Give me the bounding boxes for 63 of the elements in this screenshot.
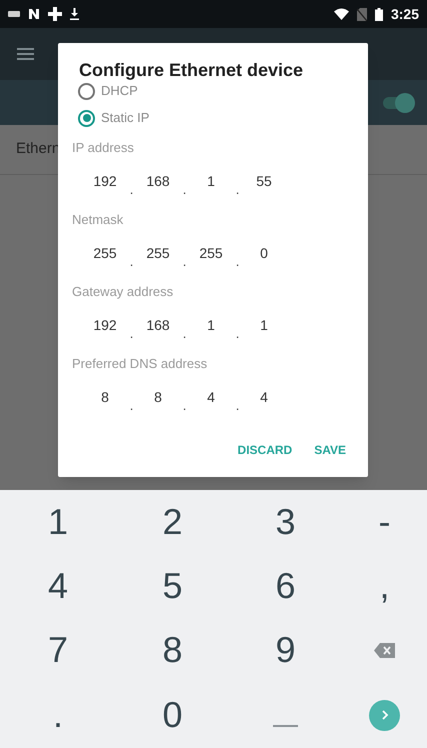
chevron-icon xyxy=(380,710,388,720)
clock: 3:25 xyxy=(390,4,419,24)
key[interactable]: 3 xyxy=(269,502,302,542)
octet-field[interactable]: 255 xyxy=(136,237,180,269)
plus-icon xyxy=(48,7,62,21)
backspace-icon[interactable] xyxy=(374,642,395,658)
key[interactable]: , xyxy=(373,566,396,606)
battery-icon xyxy=(374,8,383,20)
octet-field[interactable]: 1 xyxy=(189,309,233,341)
list-item-label: Ethern xyxy=(16,139,60,160)
dialog-title: Configure Ethernet device xyxy=(78,59,304,81)
octet-field[interactable]: 1 xyxy=(242,309,286,341)
separator-dot: . xyxy=(234,399,240,413)
key[interactable]: 4 xyxy=(42,566,74,606)
octet-field[interactable]: 255 xyxy=(83,237,127,269)
octet-field[interactable]: 4 xyxy=(189,381,233,413)
key[interactable]: 9 xyxy=(269,630,302,670)
radio-button[interactable] xyxy=(78,110,95,126)
octet-field[interactable]: 192 xyxy=(83,165,127,197)
key[interactable]: 6 xyxy=(269,566,302,606)
field-label: Preferred DNS address xyxy=(71,356,208,372)
key[interactable]: 8 xyxy=(156,630,189,670)
octet-field[interactable]: 0 xyxy=(242,237,286,269)
no-sim-icon xyxy=(356,8,367,20)
go-button[interactable] xyxy=(369,700,400,730)
key[interactable]: . xyxy=(46,695,69,735)
download-icon xyxy=(70,8,79,20)
separator-dot: . xyxy=(182,183,188,197)
keyboard-icon xyxy=(8,10,20,18)
field-label: IP address xyxy=(71,140,135,156)
radio-label: DHCP xyxy=(101,82,138,100)
octet-field[interactable]: 8 xyxy=(83,381,127,413)
octet-field[interactable]: 55 xyxy=(242,165,286,197)
octet-field[interactable]: 255 xyxy=(189,237,233,269)
radio-button[interactable] xyxy=(78,82,95,100)
n-logo-icon xyxy=(28,8,40,20)
wifi-icon xyxy=(334,8,349,20)
key[interactable]: - xyxy=(372,502,396,542)
octet-field[interactable]: 168 xyxy=(136,165,180,197)
separator-dot: . xyxy=(128,183,134,197)
separator-dot: . xyxy=(128,327,134,341)
octet-field[interactable]: 4 xyxy=(242,381,286,413)
separator-dot: . xyxy=(234,255,240,269)
menu-icon[interactable] xyxy=(17,48,34,60)
separator-dot: . xyxy=(182,255,188,269)
key[interactable]: 0 xyxy=(156,695,189,735)
separator-dot: . xyxy=(234,327,240,341)
separator-dot: . xyxy=(234,183,240,197)
separator-dot: . xyxy=(182,327,188,341)
separator-dot: . xyxy=(128,399,134,413)
field-label: Netmask xyxy=(71,212,124,228)
key[interactable]: 5 xyxy=(156,566,189,606)
key[interactable]: 1 xyxy=(42,502,74,542)
octet-field[interactable]: 168 xyxy=(136,309,180,341)
octet-field[interactable]: 1 xyxy=(189,165,233,197)
key[interactable]: 7 xyxy=(42,630,74,670)
field-label: Gateway address xyxy=(71,284,174,300)
radio-label: Static IP xyxy=(101,109,150,128)
separator-dot: . xyxy=(182,399,188,413)
separator-dot: . xyxy=(128,255,134,269)
octet-field[interactable]: 192 xyxy=(83,309,127,341)
octet-field[interactable]: 8 xyxy=(136,381,180,413)
key[interactable]: 2 xyxy=(156,502,189,542)
